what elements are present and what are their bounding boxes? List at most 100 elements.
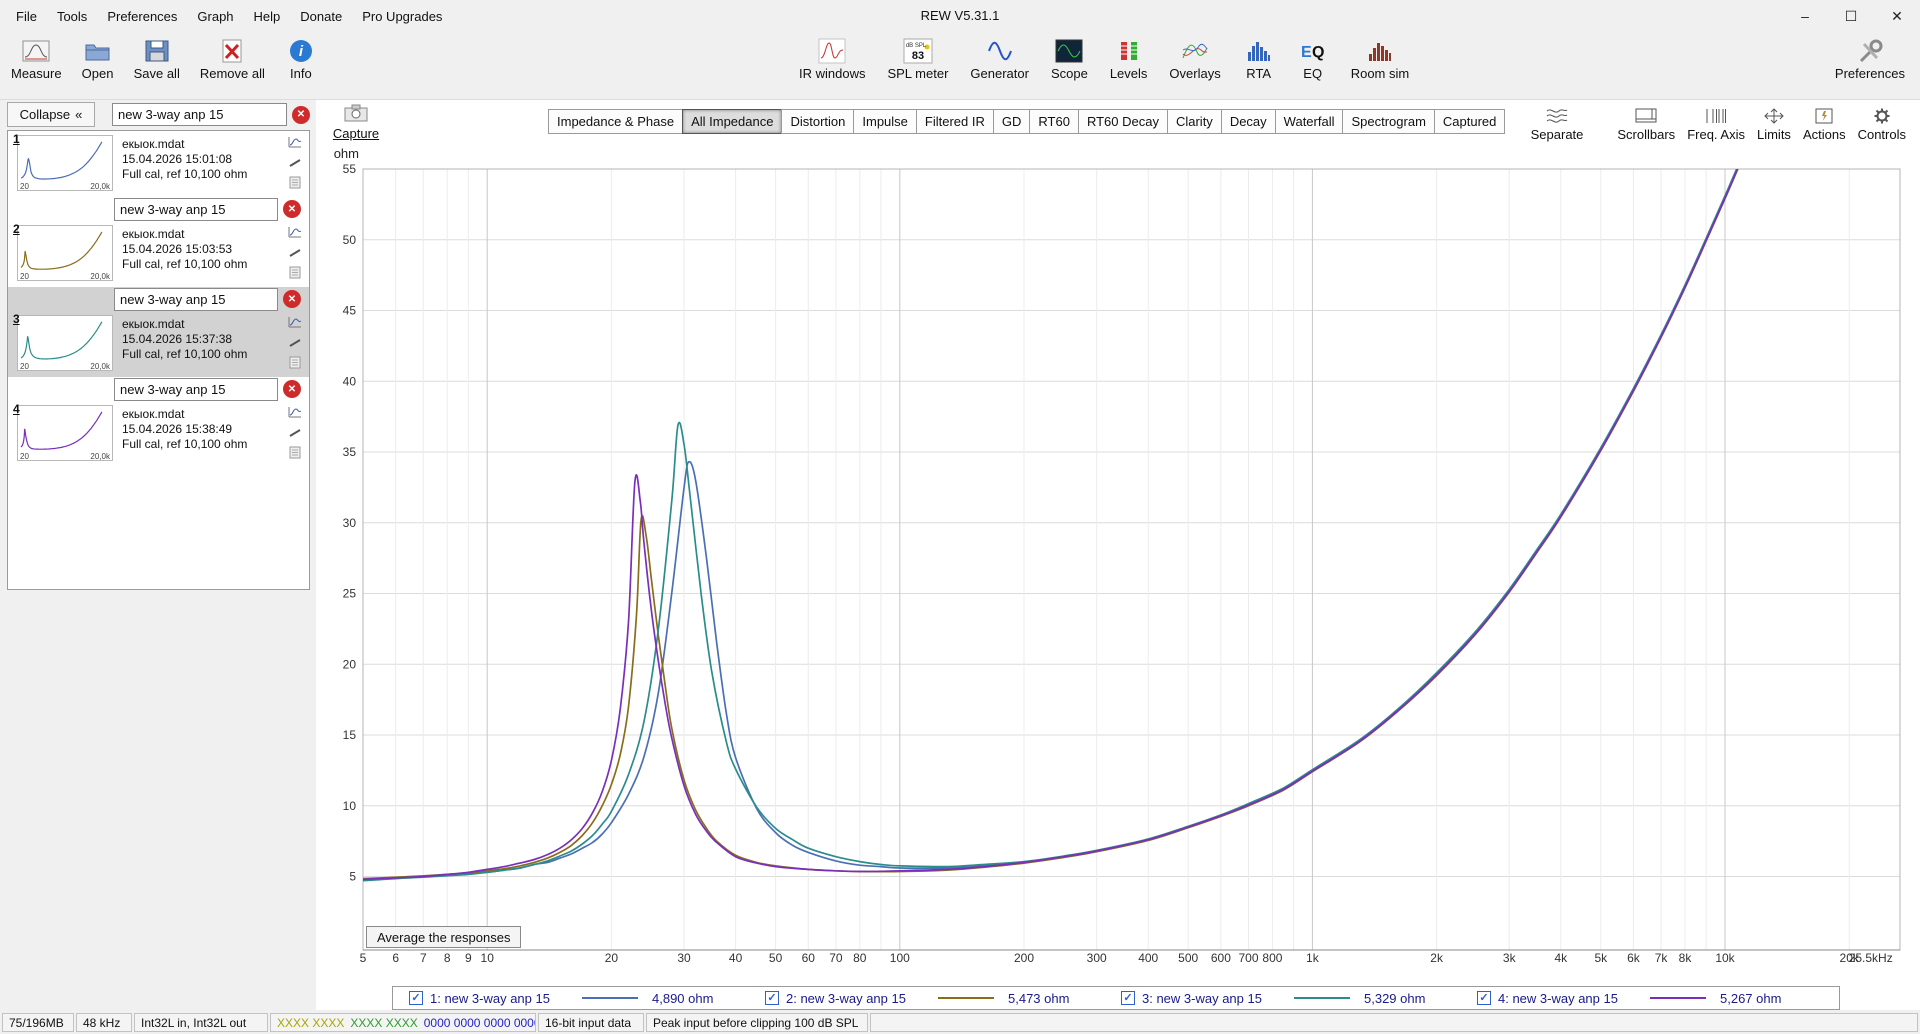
measure-button[interactable]: Measure xyxy=(6,34,67,84)
delete-measurement-icon[interactable]: ✕ xyxy=(292,105,310,124)
tab-waterfall[interactable]: Waterfall xyxy=(1274,109,1344,134)
open-folder-icon xyxy=(82,37,114,65)
open-button[interactable]: Open xyxy=(77,34,119,84)
menu-file[interactable]: File xyxy=(6,4,47,29)
levels-icon xyxy=(1113,37,1145,65)
tab-gd[interactable]: GD xyxy=(992,109,1031,134)
delete-measurement-icon[interactable]: ✕ xyxy=(283,380,301,398)
room-sim-button[interactable]: Room sim xyxy=(1346,34,1415,84)
tab-clarity[interactable]: Clarity xyxy=(1166,109,1222,134)
card-notes-icon[interactable] xyxy=(289,176,301,192)
limits-button[interactable]: Limits xyxy=(1751,105,1797,142)
ir-windows-button[interactable]: IR windows xyxy=(794,34,870,84)
tab-distortion[interactable]: Distortion xyxy=(781,109,855,134)
maximize-button[interactable]: ☐ xyxy=(1828,0,1874,32)
card-graph-icon[interactable] xyxy=(288,226,302,241)
info-button[interactable]: i Info xyxy=(280,34,322,84)
card-graph-icon[interactable] xyxy=(288,316,302,331)
menu-graph[interactable]: Graph xyxy=(187,4,243,29)
svg-text:400: 400 xyxy=(1138,951,1158,965)
card-notes-icon[interactable] xyxy=(289,446,301,462)
trace-3-checkbox[interactable]: ✓ xyxy=(1121,991,1135,1005)
tab-all-impedance[interactable]: All Impedance xyxy=(682,109,783,134)
trace-2-checkbox[interactable]: ✓ xyxy=(765,991,779,1005)
actions-button[interactable]: Actions xyxy=(1797,105,1852,142)
svg-text:83: 83 xyxy=(912,50,924,62)
delete-measurement-icon[interactable]: ✕ xyxy=(283,290,301,308)
card-graph-icon[interactable] xyxy=(288,136,302,151)
rta-button[interactable]: RTA xyxy=(1238,34,1280,84)
measurement-name-input[interactable] xyxy=(114,287,278,311)
measurement-card-1[interactable]: 20 20,0k 1 екыок.mdat 15.04.2026 15:01:0… xyxy=(8,131,309,197)
menu-preferences[interactable]: Preferences xyxy=(97,4,187,29)
scope-button[interactable]: Scope xyxy=(1046,34,1093,84)
separate-button[interactable]: Separate xyxy=(1525,105,1590,142)
measurement-thumbnail[interactable]: 20 20,0k xyxy=(17,315,113,371)
measurement-card-3[interactable]: 20 20,0k 3 екыок.mdat 15.04.2026 15:37:3… xyxy=(8,311,309,377)
measurement-name-input[interactable] xyxy=(114,377,278,401)
spl-meter-button[interactable]: dB SPL 83 SPL meter xyxy=(882,34,953,84)
levels-button[interactable]: Levels xyxy=(1105,34,1153,84)
card-trace-icon[interactable] xyxy=(288,336,302,351)
measurement-thumbnail[interactable]: 20 20,0k xyxy=(17,225,113,281)
scrollbars-button[interactable]: Scrollbars xyxy=(1611,105,1681,142)
generator-button[interactable]: Generator xyxy=(965,34,1034,84)
svg-text:35: 35 xyxy=(343,445,357,459)
measurement-thumbnail[interactable]: 20 20,0k xyxy=(17,405,113,461)
legend-entry-2: ✓ 2: new 3-way anp 15 5,473 ohm xyxy=(749,991,1105,1006)
card-trace-icon[interactable] xyxy=(288,426,302,441)
trace-2-value: 5,473 ohm xyxy=(1008,990,1070,1006)
delete-measurement-icon[interactable]: ✕ xyxy=(283,200,301,218)
trace-2-label: 2: new 3-way anp 15 xyxy=(786,990,906,1006)
card-trace-icon[interactable] xyxy=(288,246,302,261)
thumb-axis-max: 20,0k xyxy=(90,182,110,191)
tab-impulse[interactable]: Impulse xyxy=(853,109,917,134)
preferences-button[interactable]: Preferences xyxy=(1830,34,1910,84)
trace-4-checkbox[interactable]: ✓ xyxy=(1477,991,1491,1005)
close-button[interactable]: ✕ xyxy=(1874,0,1920,32)
menu-donate[interactable]: Donate xyxy=(290,4,352,29)
channel-data-a: XXXX XXXX xyxy=(277,1015,345,1030)
minimize-button[interactable]: – xyxy=(1782,0,1828,32)
measurement-card-2[interactable]: 20 20,0k 2 екыок.mdat 15.04.2026 15:03:5… xyxy=(8,221,309,287)
menu-tools[interactable]: Tools xyxy=(47,4,97,29)
card-trace-icon[interactable] xyxy=(288,156,302,171)
card-notes-icon[interactable] xyxy=(289,266,301,282)
menu-help[interactable]: Help xyxy=(244,4,291,29)
measurement-name-input[interactable] xyxy=(112,103,287,126)
tab-rt60[interactable]: RT60 xyxy=(1029,109,1079,134)
card-graph-icon[interactable] xyxy=(288,406,302,421)
collapse-button[interactable]: Collapse « xyxy=(7,102,95,127)
measurement-thumbnail[interactable]: 20 20,0k xyxy=(17,135,113,191)
tab-rt60-decay[interactable]: RT60 Decay xyxy=(1077,109,1168,134)
measurement-index: 4 xyxy=(13,402,20,416)
average-responses-button[interactable]: Average the responses xyxy=(366,926,522,948)
svg-text:9: 9 xyxy=(465,951,472,965)
measurement-name-input[interactable] xyxy=(114,197,278,221)
tab-impedance-phase[interactable]: Impedance & Phase xyxy=(548,109,684,134)
freq-axis-button[interactable]: Freq. Axis xyxy=(1681,105,1751,142)
tab-captured[interactable]: Captured xyxy=(1433,109,1506,134)
tab-spectrogram[interactable]: Spectrogram xyxy=(1342,109,1435,134)
svg-text:40: 40 xyxy=(343,374,357,388)
menu-pro-upgrades[interactable]: Pro Upgrades xyxy=(352,4,452,29)
svg-text:Q: Q xyxy=(1312,44,1324,61)
svg-text:10k: 10k xyxy=(1715,951,1735,965)
impedance-chart[interactable]: 5 10 15 20 25 30 35 40 45 50 55 5 6 7 8 9 10 20 30 40 50 60 70… xyxy=(316,100,1920,980)
capture-button[interactable]: Capture xyxy=(330,104,382,141)
measurement-card-4[interactable]: 20 20,0k 4 екыок.mdat 15.04.2026 15:38:4… xyxy=(8,401,309,467)
controls-button[interactable]: Controls xyxy=(1852,105,1912,142)
svg-text:dB SPL: dB SPL xyxy=(906,43,927,49)
eq-button[interactable]: EQ EQ xyxy=(1292,34,1334,84)
tab-filtered-ir[interactable]: Filtered IR xyxy=(915,109,994,134)
svg-text:20: 20 xyxy=(343,657,357,671)
tab-decay[interactable]: Decay xyxy=(1220,109,1276,134)
remove-all-button[interactable]: Remove all xyxy=(195,34,270,84)
controls-label: Controls xyxy=(1857,127,1906,142)
overlays-button[interactable]: Overlays xyxy=(1164,34,1225,84)
save-all-button[interactable]: Save all xyxy=(129,34,185,84)
svg-text:2k: 2k xyxy=(1430,951,1444,965)
card-notes-icon[interactable] xyxy=(289,356,301,372)
trace-1-checkbox[interactable]: ✓ xyxy=(409,991,423,1005)
measurement-1-name-row: ✕ xyxy=(112,102,310,127)
